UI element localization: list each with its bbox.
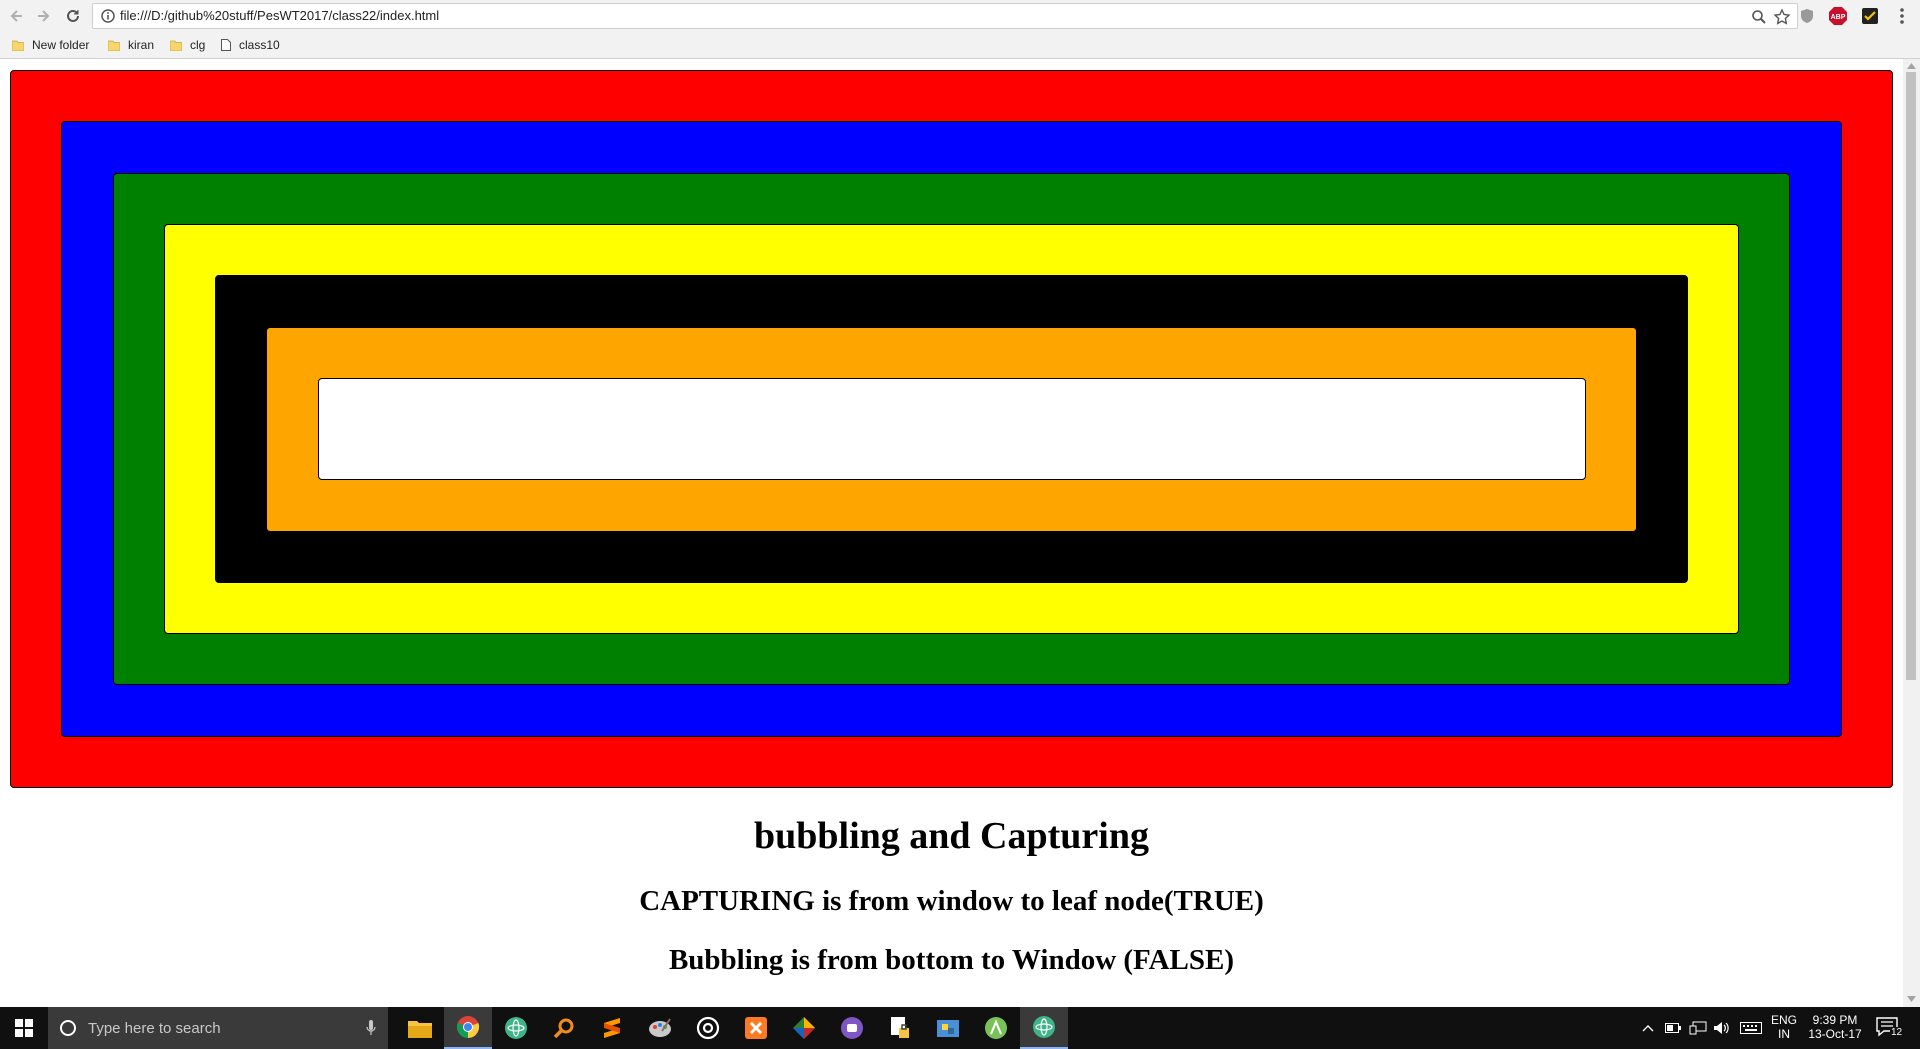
clock-time: 9:39 PM bbox=[1812, 1013, 1858, 1027]
paint-app-taskbar-button[interactable] bbox=[636, 1007, 684, 1049]
browser-toolbar: file:///D:/github%20stuff/PesWT2017/clas… bbox=[0, 0, 1920, 32]
sublime-text-icon bbox=[604, 1018, 620, 1038]
bookmark-star-icon[interactable] bbox=[1773, 8, 1791, 26]
back-arrow-icon bbox=[10, 10, 22, 22]
clock-date: 13-Oct-17 bbox=[1808, 1027, 1862, 1041]
search-app-taskbar-button[interactable] bbox=[540, 1007, 588, 1049]
bookmark-label: clg bbox=[190, 38, 206, 52]
bookmark-label: New folder bbox=[32, 38, 90, 52]
microphone-icon[interactable] bbox=[366, 1020, 376, 1036]
xampp-taskbar-button[interactable] bbox=[732, 1007, 780, 1049]
white-box[interactable] bbox=[318, 378, 1586, 480]
bookmark-new-folder[interactable]: New folder bbox=[12, 36, 89, 54]
atom-icon bbox=[505, 1017, 527, 1039]
todo-extension-icon[interactable] bbox=[1860, 6, 1880, 26]
network-icon[interactable] bbox=[1689, 1021, 1707, 1035]
document-lock-icon bbox=[891, 1017, 909, 1038]
page-title: bubbling and Capturing bbox=[754, 815, 1149, 857]
notification-count-badge: 12 bbox=[1890, 1027, 1904, 1038]
notepad-taskbar-button[interactable] bbox=[876, 1007, 924, 1049]
palette-icon bbox=[649, 1018, 671, 1037]
chrome-icon bbox=[456, 1016, 480, 1038]
chat-app-icon bbox=[841, 1017, 863, 1039]
discord-like-taskbar-button[interactable] bbox=[828, 1007, 876, 1049]
file-explorer-taskbar-button[interactable] bbox=[396, 1007, 444, 1049]
android-studio-icon bbox=[985, 1017, 1007, 1039]
address-bar[interactable]: file:///D:/github%20stuff/PesWT2017/clas… bbox=[92, 3, 1798, 29]
bookmarks-bar: New folder kiran clg class10 bbox=[0, 32, 1920, 59]
bookmark-label: class10 bbox=[239, 38, 280, 52]
back-button[interactable] bbox=[6, 5, 28, 27]
clock[interactable]: 9:39 PM 13-Oct-17 bbox=[1800, 1013, 1870, 1041]
scroll-down-arrow-icon[interactable] bbox=[1907, 996, 1916, 1002]
atom-icon bbox=[1033, 1016, 1055, 1038]
menu-dots-icon[interactable] bbox=[1892, 6, 1912, 26]
git-diamond-icon bbox=[793, 1017, 815, 1039]
forward-arrow-icon bbox=[38, 10, 50, 22]
battery-icon[interactable] bbox=[1665, 1022, 1681, 1034]
atom-taskbar-button[interactable] bbox=[492, 1007, 540, 1049]
folder-icon bbox=[12, 40, 24, 51]
taskbar-search-box[interactable]: Type here to search bbox=[48, 1007, 388, 1049]
python-folder-icon bbox=[937, 1020, 959, 1037]
target-app-taskbar-button[interactable] bbox=[684, 1007, 732, 1049]
folder-icon bbox=[108, 40, 120, 51]
show-hidden-icons-chevron-icon[interactable] bbox=[1642, 1024, 1654, 1032]
python-taskbar-button[interactable] bbox=[924, 1007, 972, 1049]
bookmark-label: kiran bbox=[128, 38, 155, 52]
language-code: ENG bbox=[1770, 1013, 1797, 1027]
url-text[interactable]: file:///D:/github%20stuff/PesWT2017/clas… bbox=[120, 8, 439, 23]
target-icon bbox=[696, 1016, 720, 1040]
region-code: IN bbox=[1778, 1027, 1790, 1041]
bubbling-text: Bubbling is from bottom to Window (FALSE… bbox=[668, 944, 1235, 976]
forward-button[interactable] bbox=[32, 5, 54, 27]
language-indicator[interactable]: ENG IN bbox=[1768, 1013, 1800, 1041]
zoom-icon[interactable] bbox=[1751, 9, 1767, 25]
adblock-extension-icon[interactable]: ABP bbox=[1828, 6, 1848, 26]
folder-icon bbox=[170, 40, 182, 51]
action-center-button[interactable]: 12 bbox=[1876, 1017, 1906, 1041]
svg-text:ABP: ABP bbox=[1831, 14, 1846, 21]
sublime-taskbar-button[interactable] bbox=[588, 1007, 636, 1049]
capturing-text: CAPTURING is from window to leaf node(TR… bbox=[639, 885, 1264, 917]
reload-button[interactable] bbox=[62, 5, 84, 27]
cortana-icon bbox=[60, 1020, 76, 1036]
windows-logo-icon bbox=[15, 1019, 33, 1037]
page-icon bbox=[221, 39, 231, 51]
bookmark-kiran[interactable]: kiran bbox=[108, 36, 154, 54]
file-explorer-icon bbox=[408, 1021, 432, 1038]
start-button[interactable] bbox=[0, 1007, 48, 1049]
chrome-taskbar-button[interactable] bbox=[444, 1007, 492, 1049]
reload-icon bbox=[67, 9, 79, 22]
info-icon[interactable] bbox=[101, 9, 115, 23]
search-placeholder: Type here to search bbox=[88, 1019, 221, 1037]
git-gui-taskbar-button[interactable] bbox=[780, 1007, 828, 1049]
scrollbar-thumb[interactable] bbox=[1906, 72, 1916, 680]
android-studio-taskbar-button[interactable] bbox=[972, 1007, 1020, 1049]
bookmark-clg[interactable]: clg bbox=[170, 36, 205, 54]
bookmark-class10[interactable]: class10 bbox=[221, 36, 280, 54]
xampp-icon bbox=[745, 1017, 767, 1039]
magnifier-app-icon bbox=[553, 1018, 574, 1039]
taskbar: Type here to search ENG IN 9:39 PM 13-Oc… bbox=[0, 1007, 1920, 1049]
shield-extension-icon[interactable] bbox=[1797, 6, 1817, 26]
volume-icon[interactable] bbox=[1713, 1021, 1731, 1035]
atom-2-taskbar-button[interactable] bbox=[1020, 1007, 1068, 1049]
scroll-up-arrow-icon[interactable] bbox=[1907, 63, 1916, 69]
page-viewport: bubbling and Capturing CAPTURING is from… bbox=[0, 59, 1903, 1007]
keyboard-icon[interactable] bbox=[1740, 1022, 1762, 1034]
